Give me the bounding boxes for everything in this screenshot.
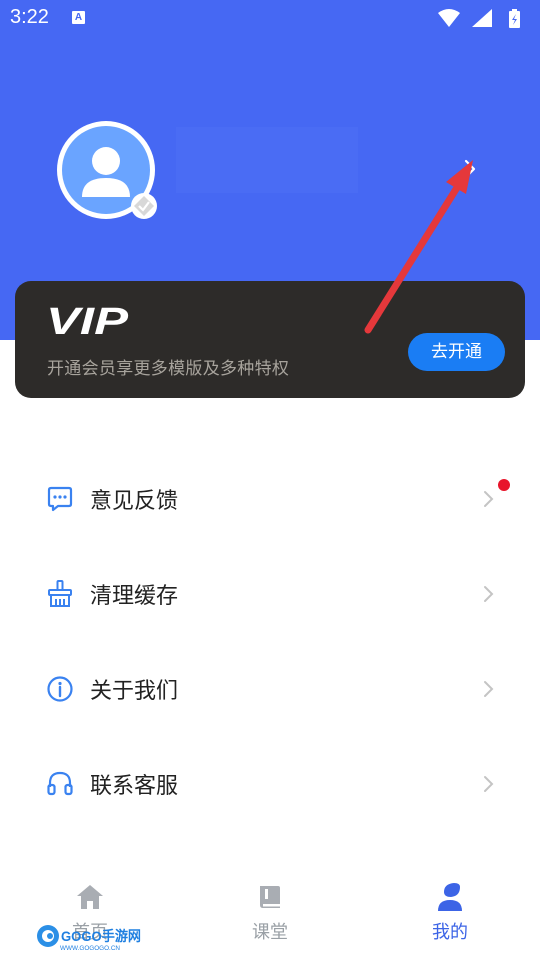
info-icon — [47, 676, 73, 702]
broom-icon — [48, 580, 72, 607]
tab-mine[interactable]: 我的 — [360, 870, 540, 960]
menu-label-about: 关于我们 — [90, 679, 179, 704]
menu-item-about[interactable]: 关于我们 — [0, 643, 540, 733]
watermark-brand: GOGO手游网 — [61, 928, 141, 944]
chevron-right-icon — [484, 491, 494, 507]
vip-logo-text: VIP — [46, 305, 129, 337]
vip-open-button[interactable]: 去开通 — [408, 333, 505, 371]
book-icon — [260, 886, 280, 908]
watermark-url: WWW.GOGOGO.CN — [60, 946, 120, 952]
vip-logo: VIP — [46, 305, 129, 337]
vip-description: 开通会员享更多模版及多种特权 — [47, 359, 290, 379]
wifi-icon — [438, 9, 460, 27]
menu-label-feedback: 意见反馈 — [90, 489, 179, 514]
notification-dot — [498, 479, 510, 491]
status-icons — [438, 9, 520, 28]
feedback-message-icon — [47, 486, 73, 512]
battery-icon — [509, 9, 520, 28]
user-icon — [438, 883, 462, 911]
tab-label-mine: 我的 — [432, 922, 468, 943]
menu-item-clear-cache[interactable]: 清理缓存 — [0, 548, 540, 638]
status-time: 3:22 — [10, 6, 49, 28]
headset-icon — [47, 771, 73, 796]
vip-card[interactable]: VIP 开通会员享更多模版及多种特权 去开通 — [15, 281, 525, 398]
home-icon — [77, 885, 103, 909]
signal-icon — [472, 9, 492, 27]
chevron-right-icon — [484, 776, 494, 792]
chevron-right-icon — [484, 586, 494, 602]
tab-classroom[interactable]: 课堂 — [180, 870, 360, 960]
username[interactable] — [176, 127, 358, 193]
watermark-logo: GOGO手游网 WWW.GOGOGO.CN — [37, 925, 141, 952]
menu-item-customer-service[interactable]: 联系客服 — [0, 738, 540, 828]
chevron-right-icon — [484, 681, 494, 697]
notification-icon: A — [72, 11, 85, 24]
status-bar: 3:22 A — [0, 0, 540, 36]
menu-label-clear-cache: 清理缓存 — [90, 584, 179, 609]
verified-badge-icon — [131, 193, 157, 219]
tab-label-classroom: 课堂 — [252, 922, 288, 943]
menu-item-feedback[interactable]: 意见反馈 — [0, 453, 540, 543]
menu-label-customer-service: 联系客服 — [90, 774, 179, 799]
chevron-right-icon[interactable] — [458, 157, 482, 181]
